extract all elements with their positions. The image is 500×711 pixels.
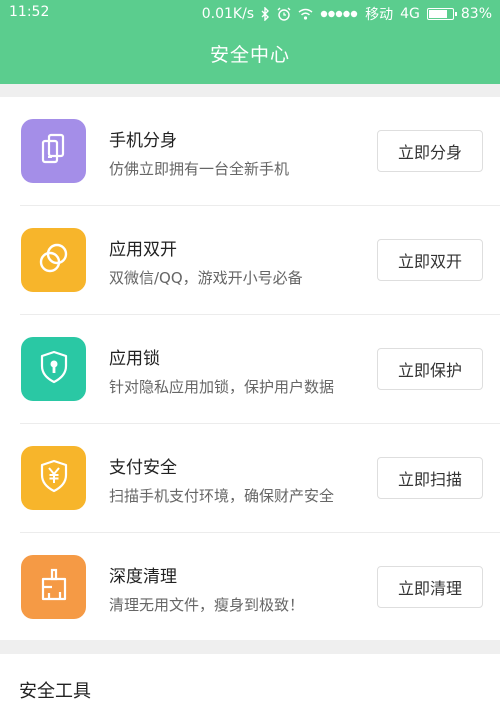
payment-shield-icon: [39, 459, 69, 497]
feature-icon-box: [21, 337, 86, 401]
feature-description: 清理无用文件，瘦身到极致！: [109, 596, 305, 614]
deep-clean-icon: [38, 568, 70, 606]
feature-item-app-lock: 应用锁 针对隐私应用加锁，保护用户数据 立即保护: [0, 315, 500, 424]
dual-app-icon: [37, 242, 71, 278]
app-lock-icon: [39, 350, 69, 388]
clean-now-button[interactable]: 立即清理: [377, 566, 483, 608]
network-type: 4G: [400, 6, 420, 22]
network-speed: 0.01K/s: [201, 6, 255, 22]
section-title: 安全工具: [19, 681, 91, 702]
dual-open-now-button[interactable]: 立即双开: [377, 239, 483, 281]
scan-now-button[interactable]: 立即扫描: [377, 457, 483, 499]
protect-now-button[interactable]: 立即保护: [377, 348, 483, 390]
feature-icon-box: [21, 228, 86, 292]
battery-icon: [426, 8, 457, 20]
security-tools-section: 安全工具: [0, 654, 500, 711]
status-bar: 11:52 0.01K/s 移动 4G 83%: [0, 0, 500, 26]
clone-now-button[interactable]: 立即分身: [377, 130, 483, 172]
bluetooth-icon: [261, 7, 270, 21]
signal-icon: [320, 10, 358, 18]
carrier-label: 移动: [365, 7, 394, 23]
feature-title: 深度清理: [109, 567, 177, 587]
battery-level: [428, 10, 448, 18]
feature-item-phone-clone: 手机分身 仿佛立即拥有一台全新手机 立即分身: [0, 97, 500, 206]
app-header: 11:52 0.01K/s 移动 4G 83% 安全中心: [0, 0, 500, 84]
feature-list: 手机分身 仿佛立即拥有一台全新手机 立即分身 应用双开 双微信/QQ，游戏开小号…: [0, 97, 500, 640]
feature-title: 应用锁: [109, 349, 160, 369]
feature-title: 应用双开: [109, 240, 177, 260]
status-indicators: 0.01K/s 移动 4G 83%: [202, 4, 492, 24]
feature-description: 扫描手机支付环境，确保财产安全: [109, 487, 335, 505]
feature-item-deep-clean: 深度清理 清理无用文件，瘦身到极致！ 立即清理: [0, 533, 500, 642]
alarm-icon: [277, 7, 291, 21]
battery-percent: 83%: [460, 6, 492, 22]
feature-description: 针对隐私应用加锁，保护用户数据: [109, 378, 335, 396]
status-time: 11:52: [9, 4, 50, 20]
phone-clone-icon: [39, 133, 69, 169]
page-title: 安全中心: [209, 44, 290, 66]
feature-icon-box: [21, 119, 86, 183]
feature-icon-box: [21, 555, 86, 619]
feature-title: 支付安全: [109, 458, 177, 478]
feature-icon-box: [21, 446, 86, 510]
wifi-icon: [298, 8, 313, 20]
feature-item-payment-security: 支付安全 扫描手机支付环境，确保财产安全 立即扫描: [0, 424, 500, 533]
feature-description: 仿佛立即拥有一台全新手机: [109, 160, 290, 178]
feature-item-dual-app: 应用双开 双微信/QQ，游戏开小号必备 立即双开: [0, 206, 500, 315]
feature-title: 手机分身: [109, 131, 177, 151]
feature-description: 双微信/QQ，游戏开小号必备: [109, 269, 303, 287]
